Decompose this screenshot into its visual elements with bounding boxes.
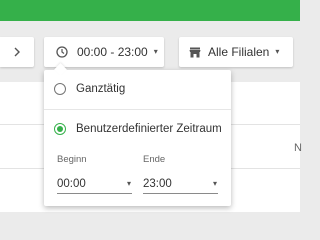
start-time-select[interactable]: 00:00 ▾ <box>57 174 132 194</box>
radio-all-day[interactable] <box>54 83 66 95</box>
time-range-button[interactable]: 00:00 - 23:00 ▾ <box>44 37 164 67</box>
time-range-dropdown: Ganztätig Benutzerdefinierter Zeitraum B… <box>44 70 231 206</box>
chevron-down-icon: ▾ <box>153 47 158 56</box>
option-all-day-label: Ganztätig <box>76 83 126 95</box>
end-time-field: Ende 23:00 ▾ <box>143 154 218 194</box>
stores-filter-button[interactable]: Alle Filialen ▾ <box>179 37 293 67</box>
end-time-select[interactable]: 23:00 ▾ <box>143 174 218 194</box>
option-custom-range-label: Benutzerdefinierter Zeitraum <box>76 123 222 135</box>
clock-icon <box>56 46 68 58</box>
chevron-down-icon: ▾ <box>275 47 280 56</box>
divider <box>44 109 231 110</box>
time-range-label: 00:00 - 23:00 <box>77 45 148 59</box>
chevron-down-icon: ▾ <box>126 179 131 188</box>
end-time-value: 23:00 <box>143 177 172 190</box>
top-header-bar <box>0 0 300 21</box>
chevron-right-icon <box>14 47 20 57</box>
stores-filter-label: Alle Filialen <box>208 45 270 59</box>
chevron-down-icon: ▾ <box>212 179 217 188</box>
start-time-field: Beginn 00:00 ▾ <box>57 154 132 194</box>
table-header-cell: N <box>294 142 302 154</box>
option-custom-range[interactable]: Benutzerdefinierter Zeitraum <box>54 123 222 135</box>
option-all-day[interactable]: Ganztätig <box>54 83 125 95</box>
start-time-value: 00:00 <box>57 177 86 190</box>
start-time-label: Beginn <box>57 154 87 165</box>
end-time-label: Ende <box>143 154 166 165</box>
radio-custom-range[interactable] <box>54 123 66 135</box>
next-button[interactable] <box>0 37 34 67</box>
store-icon <box>189 47 201 57</box>
